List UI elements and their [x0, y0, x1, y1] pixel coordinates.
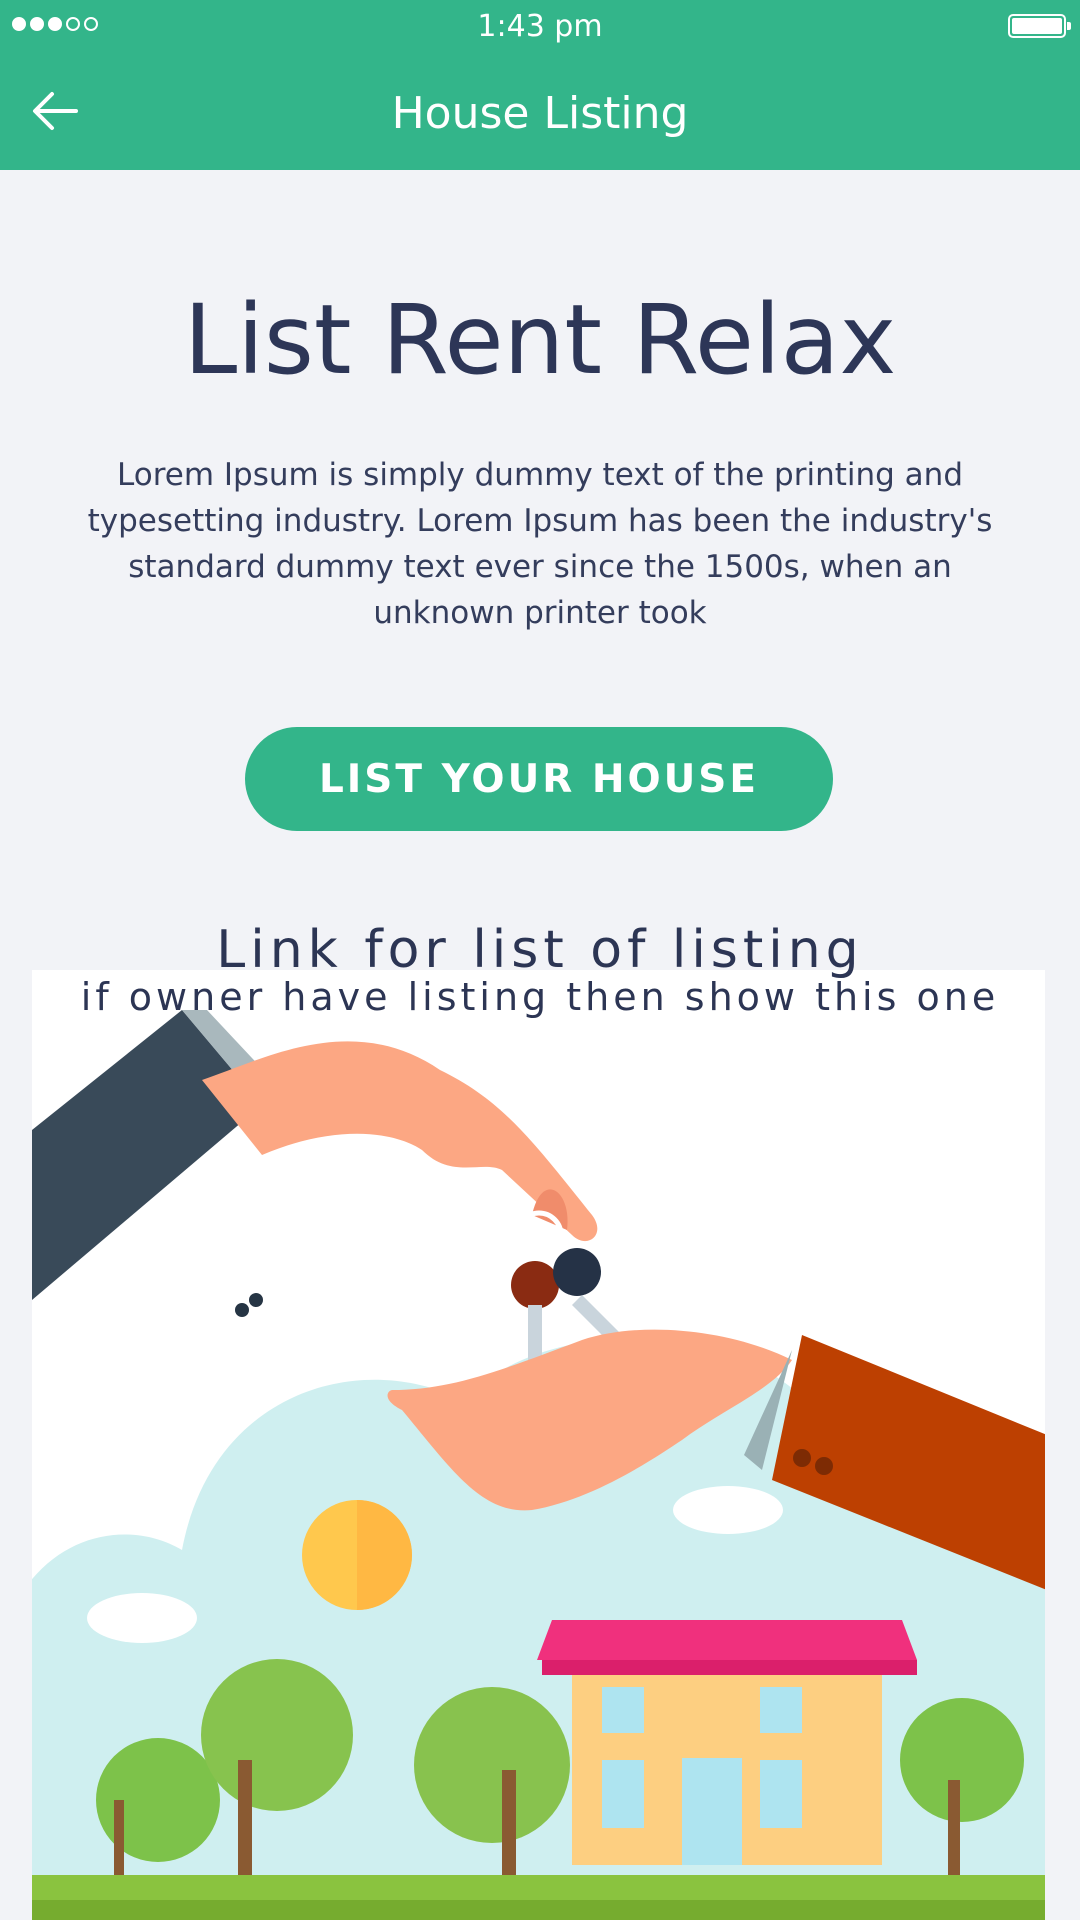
key-handover-illustration — [32, 970, 1045, 1920]
house-listing-screen: 1:43 pm House Listing List Rent Relax Lo… — [0, 0, 1080, 1920]
listing-link[interactable]: Link for list of listing — [0, 920, 1080, 980]
app-bar: House Listing — [0, 54, 1080, 170]
key-icon — [511, 1261, 559, 1309]
status-bar: 1:43 pm — [0, 0, 1080, 54]
battery-icon — [1008, 14, 1071, 38]
cloud-icon — [87, 1593, 197, 1643]
cloud-icon — [673, 1486, 783, 1534]
app-title: House Listing — [391, 88, 689, 139]
hero-description: Lorem Ipsum is simply dummy text of the … — [87, 457, 993, 631]
list-your-house-button[interactable]: LIST YOUR HOUSE — [245, 727, 833, 831]
tree-icon — [900, 1698, 1024, 1822]
illustration-artwork — [32, 970, 1045, 1920]
listing-note: if owner have listing then show this one — [80, 975, 1000, 1019]
status-time: 1:43 pm — [477, 9, 603, 44]
key-icon — [553, 1248, 601, 1296]
hero-title: List Rent Relax — [183, 284, 897, 396]
house-roof — [537, 1620, 917, 1660]
tree-icon — [201, 1659, 353, 1811]
tree-icon — [414, 1687, 570, 1843]
